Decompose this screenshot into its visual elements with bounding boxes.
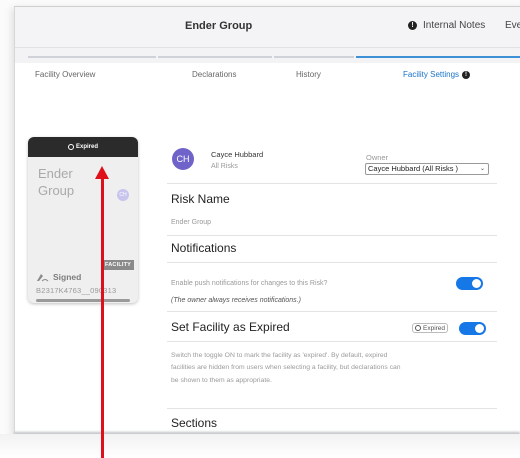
divider [167,235,497,236]
facility-card[interactable]: Expired Ender Group CH FACILITY Signed B… [28,137,138,303]
expired-heading: Set Facility as Expired [171,320,290,334]
page-title: Ender Group [185,20,253,32]
tab-underline [28,56,156,58]
risk-name-heading: Risk Name [171,192,230,206]
divider [167,311,497,312]
annotation-arrow-shaft [101,175,104,458]
divider [167,183,497,184]
expired-pill: Expired [412,323,449,333]
bottom-margin [0,434,520,458]
owner-select[interactable]: Cayce Hubbard (All Risks ) ⌄ [365,163,489,175]
clock-icon [415,325,421,331]
expired-status-band: Expired [28,137,138,157]
owner-scope: All Risks [211,163,238,170]
risk-name-input[interactable]: Ender Group [171,219,211,226]
expired-description: Switch the toggle ON to mark the facilit… [171,352,401,384]
expired-pill-label: Expired [423,324,446,332]
chevron-down-icon: ⌄ [479,166,485,172]
notifications-note: (The owner always receives notifications… [171,297,301,304]
sections-heading: Sections [171,416,218,430]
tab-underline [158,56,272,58]
clock-icon [67,144,74,150]
tab-facility-settings-label: Facility Settings [403,70,460,79]
owner-select-value: Cayce Hubbard (All Risks ) [368,164,459,173]
card-status-label: Expired [75,144,98,150]
expired-toggle[interactable] [459,322,486,335]
events-link[interactable]: Eve [505,20,520,31]
info-icon: ! [462,70,471,79]
toggle-knob [472,279,481,288]
tab-declarations[interactable]: Declarations [192,70,236,79]
annotation-arrow-head [95,166,109,179]
internal-notes-label: Internal Notes [423,20,486,31]
owner-field-label: Owner [366,153,389,162]
notifications-heading: Notifications [171,241,237,255]
facility-badge: FACILITY [102,260,135,270]
active-tab-underline [356,56,520,58]
divider [167,341,497,342]
internal-notes-link[interactable]: ! Internal Notes [408,20,485,31]
card-avatar: CH [117,189,129,201]
divider [167,262,497,263]
card-progress-bar [36,299,130,302]
signed-status: Signed [36,272,81,282]
divider [167,408,497,409]
tab-facility-overview[interactable]: Facility Overview [35,70,95,79]
card-facility-name: Ender Group [38,166,75,198]
screenshot-stage: Ender Group ! Internal Notes Eve Facilit… [0,0,520,458]
tab-history[interactable]: History [296,70,321,79]
notifications-toggle-label: Enable push notifications for changes to… [171,280,328,287]
signed-label: Signed [53,272,82,282]
signature-icon [37,274,49,282]
header-bar: Ender Group ! Internal Notes Eve [15,7,520,48]
toggle-knob [475,324,484,333]
tab-facility-settings[interactable]: Facility Settings ! [403,70,471,79]
info-icon: ! [408,21,417,30]
owner-name: Cayce Hubbard [211,150,264,159]
tab-underline [274,56,354,58]
facility-code: B2317K4763__090313 [36,286,117,295]
owner-avatar: CH [172,148,194,170]
notifications-toggle[interactable] [456,277,483,290]
